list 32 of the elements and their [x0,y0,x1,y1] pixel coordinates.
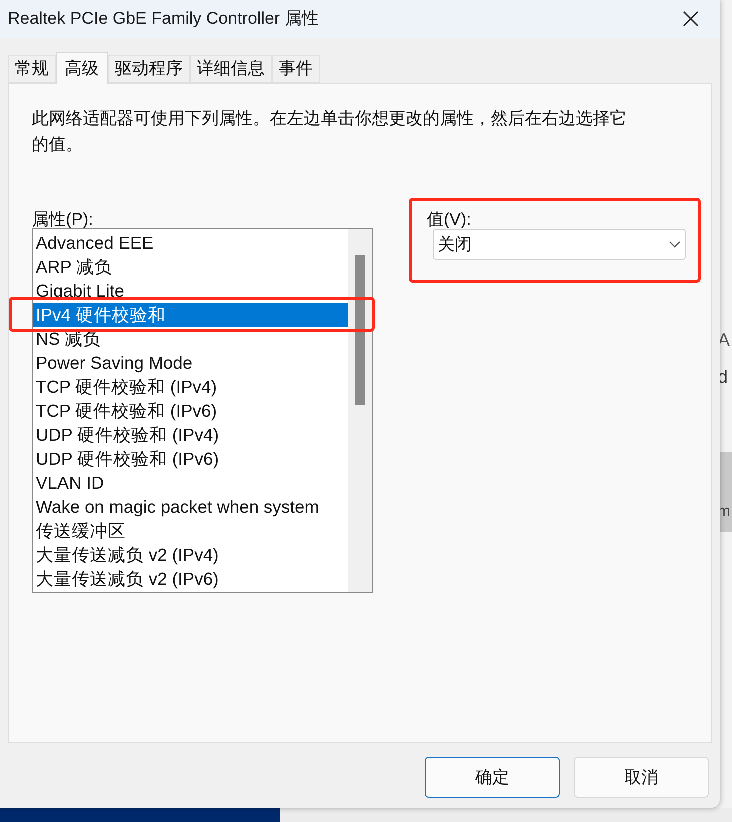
dialog-button[interactable]: 确定 [425,757,560,798]
property-item[interactable]: Power Saving Mode [33,351,348,375]
property-item[interactable]: 传送缓冲区 [33,519,348,543]
tab[interactable]: 详细信息 [190,55,272,83]
property-list[interactable] [32,228,373,593]
property-item[interactable]: TCP 硬件校验和 (IPv4) [33,375,348,399]
property-item[interactable]: Wake on magic packet when system [33,495,348,519]
dialog-button[interactable]: 取消 [574,757,709,798]
tab[interactable]: 常规 [8,55,56,83]
property-item[interactable]: VLAN ID [33,471,348,495]
scrollbar[interactable] [348,229,372,592]
tab[interactable]: 高级 [56,52,108,84]
property-item[interactable]: Gigabit Lite [33,279,348,303]
value-label: 值(V): [427,209,472,231]
property-item[interactable]: Advanced EEE [33,231,348,255]
property-item[interactable]: ARP 减负 [33,255,348,279]
tab[interactable]: 事件 [272,55,320,83]
property-item[interactable]: TCP 硬件校验和 (IPv6) [33,399,348,423]
property-item[interactable]: NS 减负 [33,327,348,351]
chevron-down-icon [669,240,681,248]
description-text: 此网络适配器可使用下列属性。在左边单击你想更改的属性，然后在右边选择它的值。 [32,108,628,156]
property-item[interactable]: 大量传送减负 v2 (IPv6) [33,567,348,591]
property-item[interactable]: UDP 硬件校验和 (IPv6) [33,447,348,471]
property-item[interactable]: 大量传送减负 v2 (IPv4) [33,543,348,567]
close-icon [682,10,700,28]
property-label: 属性(P): [32,209,94,231]
window-title: Realtek PCIe GbE Family Controller 属性 [8,8,319,30]
value-dropdown[interactable]: 关闭 [433,229,686,260]
property-item[interactable]: UDP 硬件校验和 (IPv4) [33,423,348,447]
tab[interactable]: 驱动程序 [108,55,190,83]
property-item[interactable]: IPv4 硬件校验和 [33,303,348,327]
scrollbar-thumb[interactable] [355,255,365,405]
